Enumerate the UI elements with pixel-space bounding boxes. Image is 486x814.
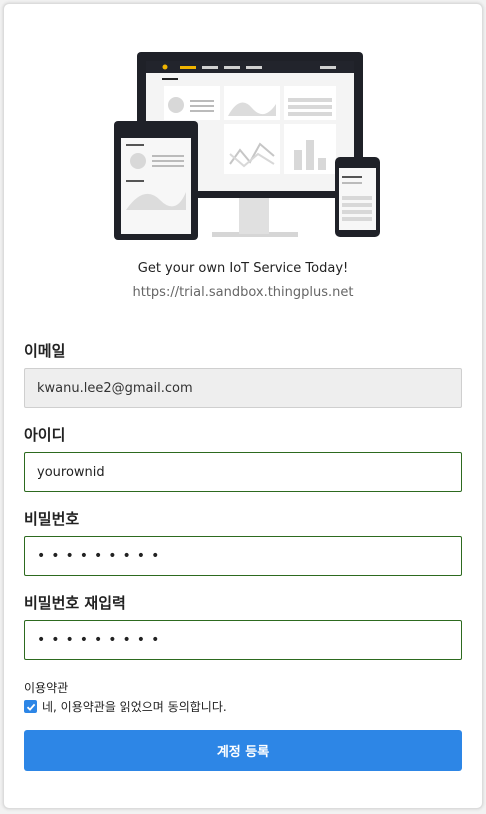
userid-label: 아이디: [24, 426, 66, 444]
terms-agree-row[interactable]: 네, 이용약관을 읽었으며 동의합니다.: [24, 698, 227, 715]
service-url: https://trial.sandbox.thingplus.net: [132, 285, 354, 300]
password-field[interactable]: [24, 536, 462, 576]
password-label: 비밀번호: [24, 510, 80, 528]
email-field[interactable]: [24, 368, 462, 408]
userid-field[interactable]: [24, 452, 462, 492]
register-account-button[interactable]: 계정 등록: [24, 730, 462, 771]
devices-illustration: [114, 52, 380, 240]
terms-checkbox[interactable]: [24, 700, 37, 713]
phone-icon: [335, 157, 380, 237]
check-icon: [26, 703, 35, 711]
hero-tagline: Get your own IoT Service Today!: [137, 261, 349, 276]
email-label: 이메일: [24, 342, 66, 360]
terms-title: 이용약관: [24, 681, 69, 695]
terms-agree-label: 네, 이용약관을 읽었으며 동의합니다.: [42, 700, 227, 714]
tablet-icon: [114, 121, 198, 240]
password-confirm-label: 비밀번호 재입력: [24, 594, 126, 612]
signup-card: Get your own IoT Service Today! https://…: [3, 3, 483, 809]
password-confirm-field[interactable]: [24, 620, 462, 660]
